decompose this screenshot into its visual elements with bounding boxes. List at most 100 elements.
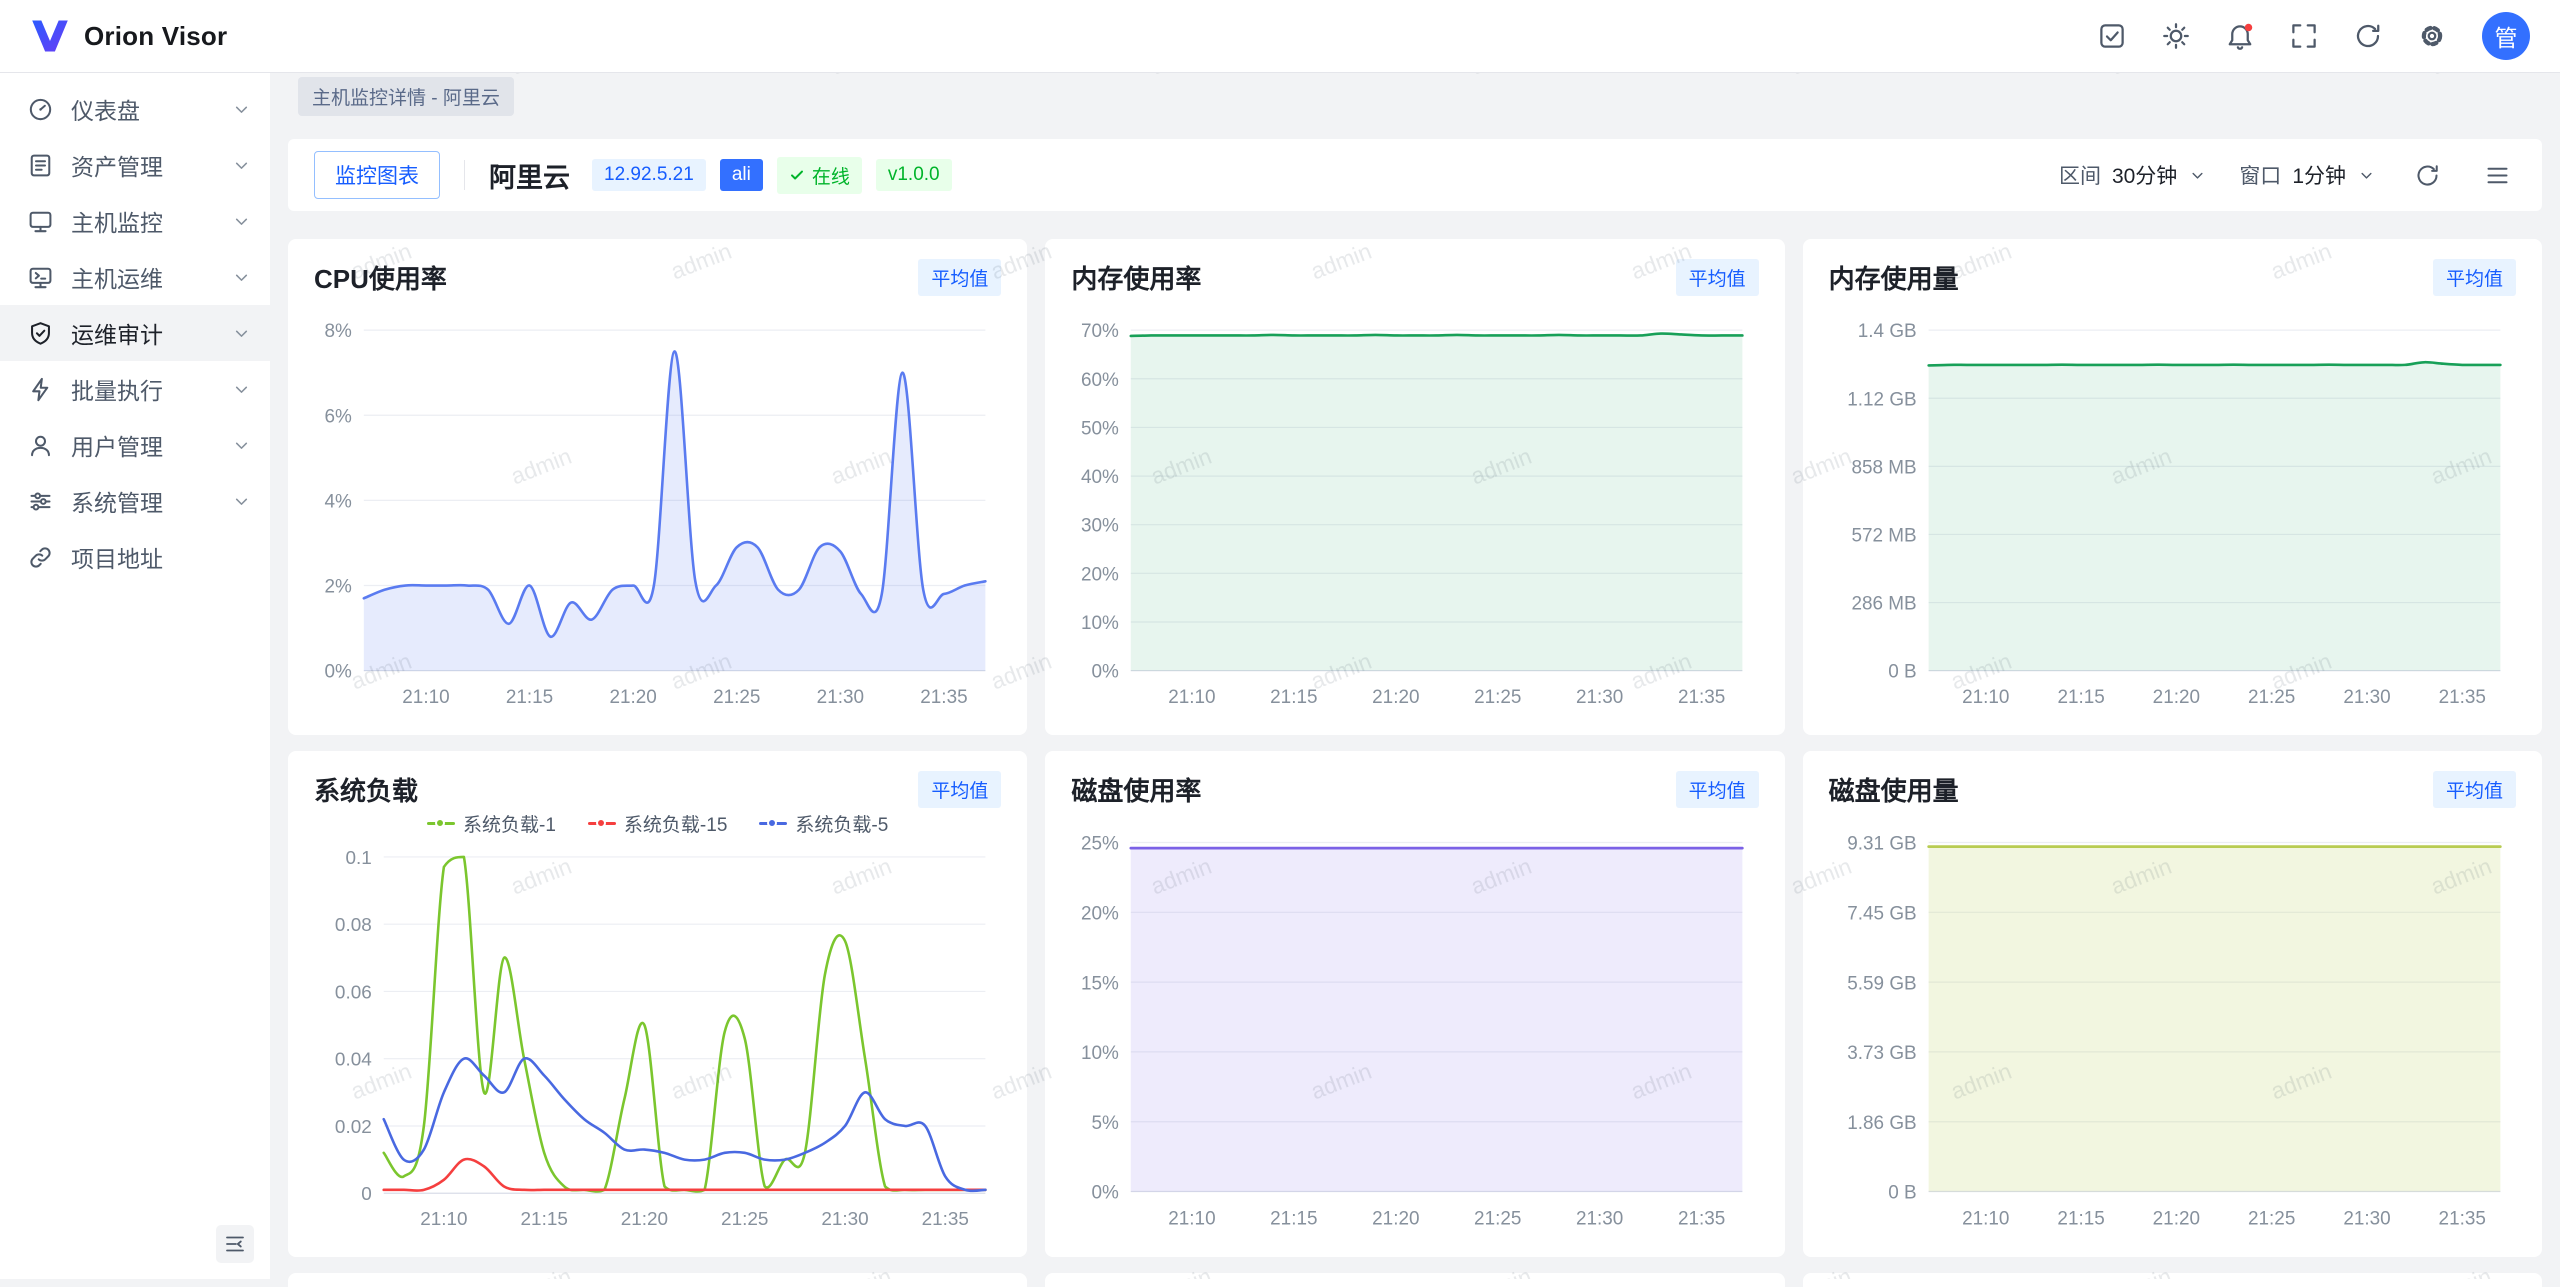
interval-value: 30分钟	[2112, 160, 2177, 190]
chart-layout-button[interactable]	[2478, 156, 2516, 194]
svg-text:21:15: 21:15	[1270, 1208, 1317, 1229]
gear-icon	[2417, 21, 2447, 51]
avg-badge[interactable]: 平均值	[1676, 771, 1759, 808]
chevron-down-icon	[231, 323, 252, 344]
user-icon	[27, 432, 54, 459]
sidebar-item-sliders[interactable]: 系统管理	[0, 473, 270, 529]
check-square-icon	[2097, 21, 2127, 51]
svg-text:21:20: 21:20	[1372, 1208, 1419, 1229]
window-label: 窗口	[2239, 160, 2281, 190]
sidebar-item-label: 主机运维	[71, 260, 163, 294]
sliders-icon	[27, 488, 54, 515]
svg-text:0%: 0%	[1092, 1182, 1119, 1203]
bell-icon	[2225, 21, 2255, 51]
avg-badge[interactable]: 平均值	[2433, 771, 2516, 808]
notifications-button[interactable]	[2216, 12, 2264, 60]
svg-text:21:15: 21:15	[2057, 1208, 2104, 1229]
host-status-tag[interactable]: 在线	[777, 157, 862, 194]
svg-text:21:30: 21:30	[821, 1209, 868, 1230]
svg-text:6%: 6%	[325, 406, 352, 427]
dashboard-icon	[27, 96, 54, 123]
theme-toggle-button[interactable]	[2152, 12, 2200, 60]
assets-icon	[27, 152, 54, 179]
avg-badge[interactable]: 平均值	[918, 259, 1001, 296]
sidebar-item-label: 用户管理	[71, 428, 163, 462]
interval-select[interactable]: 区间 30分钟	[2059, 160, 2207, 190]
brand[interactable]: Orion Visor	[30, 18, 227, 54]
fullscreen-button[interactable]	[2280, 12, 2328, 60]
svg-text:21:30: 21:30	[2343, 687, 2390, 708]
monitor-chart-button[interactable]: 监控图表	[314, 151, 440, 199]
link-icon	[27, 544, 54, 571]
chevron-down-icon	[231, 491, 252, 512]
next-row-partial	[288, 1273, 2542, 1287]
svg-text:4%: 4%	[325, 491, 352, 512]
sidebar-item-label: 运维审计	[71, 316, 163, 350]
agent-version-tag[interactable]: v1.0.0	[876, 159, 952, 191]
legend-item[interactable]: 系统负载-15	[588, 810, 727, 837]
svg-text:0%: 0%	[325, 662, 352, 683]
refresh-button[interactable]	[2344, 12, 2392, 60]
svg-text:21:30: 21:30	[1576, 687, 1623, 708]
sidebar-item-label: 批量执行	[71, 372, 163, 406]
sidebar-item-assets[interactable]: 资产管理	[0, 137, 270, 193]
svg-text:21:10: 21:10	[420, 1209, 467, 1230]
avg-badge[interactable]: 平均值	[918, 771, 1001, 808]
avg-badge[interactable]: 平均值	[2433, 259, 2516, 296]
svg-text:0.08: 0.08	[335, 915, 372, 936]
chart-title: 内存使用量	[1829, 259, 1959, 296]
svg-text:21:10: 21:10	[1962, 1208, 2009, 1229]
window-select[interactable]: 窗口 1分钟	[2239, 160, 2376, 190]
chart-card-disk-usage-rate: 磁盘使用率平均值0%5%10%15%20%25%21:1021:1521:202…	[1045, 751, 1784, 1257]
chart-plot-disk-usage-amount: 0 B1.86 GB3.73 GB5.59 GB7.45 GB9.31 GB21…	[1829, 826, 2516, 1239]
sidebar-item-dashboard[interactable]: 仪表盘	[0, 81, 270, 137]
legend-item[interactable]: 系统负载-1	[427, 810, 556, 837]
svg-text:3.73 GB: 3.73 GB	[1847, 1043, 1916, 1064]
sidebar-item-link[interactable]: 项目地址	[0, 529, 270, 585]
chart-plot-memory-usage-amount: 0 B286 MB572 MB858 MB1.12 GB1.4 GB21:102…	[1829, 314, 2516, 717]
svg-text:2%: 2%	[325, 576, 352, 597]
svg-text:40%: 40%	[1081, 467, 1119, 488]
host-alias-tag[interactable]: ali	[720, 159, 763, 191]
svg-text:8%: 8%	[325, 321, 352, 342]
divider	[464, 160, 465, 190]
window-value: 1分钟	[2292, 160, 2346, 190]
avg-badge[interactable]: 平均值	[1676, 259, 1759, 296]
svg-text:21:10: 21:10	[402, 687, 449, 708]
avatar[interactable]: 管	[2482, 12, 2530, 60]
watermark-text: admin	[827, 73, 895, 80]
svg-text:21:20: 21:20	[609, 687, 656, 708]
svg-text:25%: 25%	[1081, 833, 1119, 854]
host-monitor-icon	[27, 208, 54, 235]
breadcrumb-bar: 主机监控详情 - 阿里云	[270, 73, 542, 119]
host-ip-tag[interactable]: 12.92.5.21	[592, 159, 706, 191]
svg-text:21:35: 21:35	[1678, 1208, 1725, 1229]
legend-item[interactable]: 系统负载-5	[759, 810, 888, 837]
svg-text:30%: 30%	[1081, 516, 1119, 537]
sidebar-item-host-monitor[interactable]: 主机监控	[0, 193, 270, 249]
settings-button[interactable]	[2408, 12, 2456, 60]
breadcrumb[interactable]: 主机监控详情 - 阿里云	[298, 77, 514, 116]
sidebar-item-shield-check[interactable]: 运维审计	[0, 305, 270, 361]
chevron-down-icon	[2188, 166, 2207, 185]
next-row-card-partial	[1045, 1273, 1784, 1287]
svg-text:21:35: 21:35	[922, 1209, 969, 1230]
sidebar-collapse-button[interactable]	[216, 1225, 254, 1263]
svg-text:0%: 0%	[1092, 662, 1119, 683]
sidebar-item-user[interactable]: 用户管理	[0, 417, 270, 473]
sidebar-item-host-ops[interactable]: 主机运维	[0, 249, 270, 305]
refresh-charts-button[interactable]	[2408, 156, 2446, 194]
svg-text:21:25: 21:25	[1474, 1208, 1521, 1229]
host-ops-icon	[27, 264, 54, 291]
chart-card-disk-usage-amount: 磁盘使用量平均值0 B1.86 GB3.73 GB5.59 GB7.45 GB9…	[1803, 751, 2542, 1257]
chart-plot-system-load: 00.020.040.060.080.121:1021:1521:2021:25…	[314, 841, 1001, 1239]
svg-text:21:20: 21:20	[2152, 1208, 2199, 1229]
shield-check-icon	[27, 320, 54, 347]
docs-check-button[interactable]	[2088, 12, 2136, 60]
sidebar-item-bolt[interactable]: 批量执行	[0, 361, 270, 417]
chart-title: 内存使用率	[1071, 259, 1201, 296]
svg-text:21:30: 21:30	[2343, 1208, 2390, 1229]
sidebar-item-label: 主机监控	[71, 204, 163, 238]
svg-text:21:25: 21:25	[2248, 1208, 2295, 1229]
svg-text:50%: 50%	[1081, 418, 1119, 439]
